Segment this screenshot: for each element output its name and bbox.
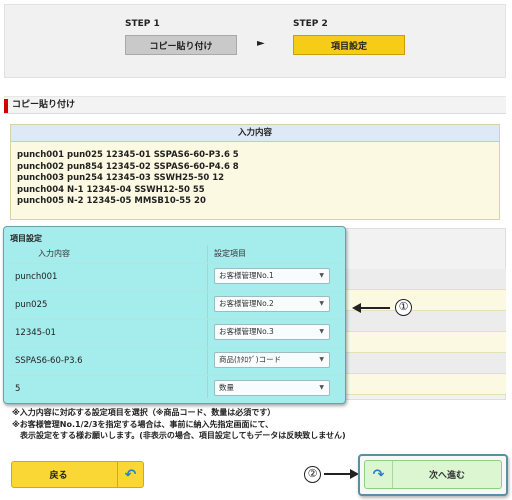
bg-row [343, 269, 506, 290]
back-button[interactable]: 戻る ↶ [11, 461, 144, 488]
dropdown-caret-icon: ▼ [319, 328, 324, 335]
step1-box: コピー貼り付け [125, 35, 237, 55]
callout-number-1: ① [395, 299, 412, 316]
step-arrow-icon: ► [257, 38, 265, 49]
row-input-value: 12345-01 [15, 328, 56, 338]
bg-row [343, 374, 506, 395]
setting-select[interactable]: お客様管理No.2 ▼ [214, 296, 330, 312]
next-button-highlight: ↷ 次へ進む [358, 454, 508, 496]
note-line: ※入力内容に対応する設定項目を選択（※商品コード、数量は必須です） [12, 408, 276, 417]
step1-label: STEP 1 [125, 19, 160, 29]
dropdown-caret-icon: ▼ [319, 384, 324, 391]
input-line: punch002 pun854 12345-02 SSPAS6-60-P4.6 … [17, 161, 239, 172]
row-input-value: 5 [15, 384, 21, 394]
steps-bar: STEP 1 コピー貼り付け ► STEP 2 項目設定 [4, 4, 506, 78]
input-content-box: 入力内容 punch001 pun025 12345-01 SSPAS6-60-… [10, 124, 500, 220]
bg-row [343, 353, 506, 374]
settings-row: 5 数量 ▼ [9, 375, 342, 401]
col-header-setting: 設定項目 [214, 249, 246, 258]
notes: ※入力内容に対応する設定項目を選択（※商品コード、数量は必須です） ※お客様管理… [12, 407, 502, 442]
section-heading: コピー貼り付け [4, 96, 506, 114]
setting-select[interactable]: 数量 ▼ [214, 380, 330, 396]
dropdown-caret-icon: ▼ [319, 272, 324, 279]
callout-number-2: ② [304, 466, 321, 483]
row-input-value: SSPAS6-60-P3.6 [15, 356, 83, 366]
dropdown-caret-icon: ▼ [319, 300, 324, 307]
next-button-label: 次へ進む [428, 471, 465, 481]
next-button[interactable]: ↷ 次へ進む [364, 460, 502, 489]
input-line: punch001 pun025 12345-01 SSPAS6-60-P3.6 … [17, 150, 239, 160]
callout-arrow-icon [352, 303, 390, 313]
settings-row: SSPAS6-60-P3.6 商品(ｶﾀﾛｸﾞ)コード ▼ [9, 347, 342, 373]
item-settings-panel: 項目設定 入力内容 設定項目 punch001 お客様管理No.1 ▼ pun02… [3, 226, 346, 404]
settings-row: punch001 お客様管理No.1 ▼ [9, 263, 342, 289]
panel-title: 項目設定 [10, 234, 42, 243]
step2-label: STEP 2 [293, 19, 328, 29]
settings-row: pun025 お客様管理No.2 ▼ [9, 291, 342, 317]
note-line: 表示設定をする様お願いします。(非表示の場合、項目設定してもデータは反映致しませ… [12, 431, 346, 440]
setting-select[interactable]: お客様管理No.3 ▼ [214, 324, 330, 340]
forward-arrow-icon: ↷ [365, 461, 393, 488]
row-input-value: punch001 [15, 272, 58, 282]
bg-row [343, 332, 506, 353]
input-line: punch004 N-1 12345-04 SSWH12-50 55 [17, 184, 205, 195]
input-content-header: 入力内容 [11, 125, 499, 142]
row-input-value: pun025 [15, 300, 48, 310]
step2-box: 項目設定 [293, 35, 405, 55]
callout-arrow-icon [324, 469, 359, 479]
col-header-input: 入力内容 [38, 249, 70, 258]
setting-select[interactable]: お客様管理No.1 ▼ [214, 268, 330, 284]
input-line: punch003 pun254 12345-03 SSWH25-50 12 [17, 173, 225, 183]
input-line: punch005 N-2 12345-05 MMSB10-55 20 [17, 196, 206, 206]
note-line: ※お客様管理No.1/2/3を指定する場合は、事前に納入先指定画面にて、 [12, 419, 274, 429]
dropdown-caret-icon: ▼ [319, 356, 324, 363]
return-arrow-icon: ↶ [117, 462, 143, 487]
settings-row: 12345-01 お客様管理No.3 ▼ [9, 319, 342, 345]
back-button-label: 戻る [49, 471, 68, 481]
setting-select[interactable]: 商品(ｶﾀﾛｸﾞ)コード ▼ [214, 352, 330, 368]
